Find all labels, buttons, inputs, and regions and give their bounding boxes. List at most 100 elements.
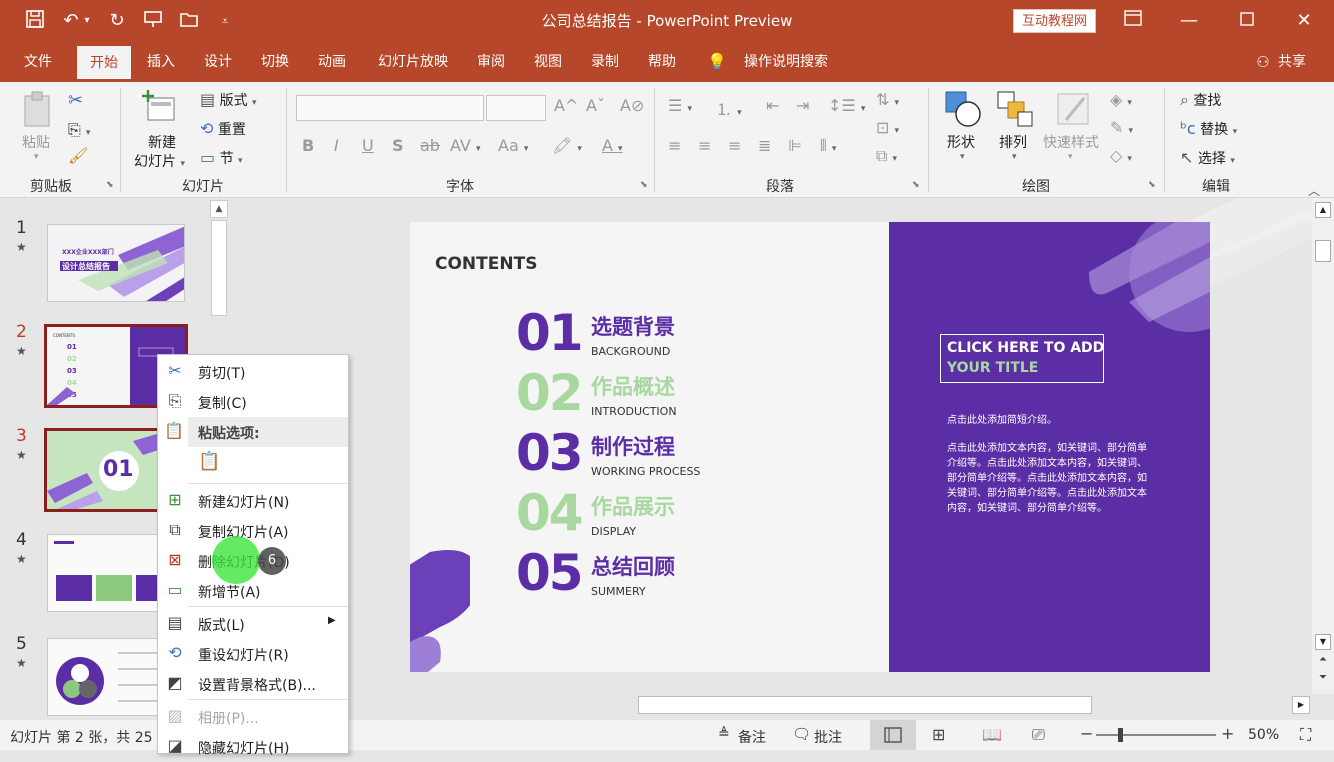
- fit-to-window-icon[interactable]: ⛶: [1300, 725, 1311, 745]
- share-button[interactable]: 共享: [1274, 42, 1310, 82]
- font-size-combo[interactable]: [486, 95, 546, 121]
- strikethrough-icon[interactable]: ab: [420, 136, 440, 155]
- tab-slideshow[interactable]: 幻灯片放映: [368, 42, 458, 82]
- tab-file[interactable]: 文件: [14, 42, 62, 82]
- undo-dropdown-icon[interactable]: ▾: [80, 8, 94, 34]
- replace-button[interactable]: ᵇc 替换 ▾: [1180, 119, 1237, 139]
- menu-item-duplicate-slide[interactable]: ⧉ 复制幻灯片(A): [158, 516, 348, 546]
- save-icon[interactable]: [22, 8, 48, 34]
- smartart-icon[interactable]: ⧉ ▾: [876, 146, 897, 166]
- scroll-up-icon[interactable]: ▲: [210, 200, 228, 218]
- zoom-out-icon[interactable]: −: [1080, 724, 1093, 743]
- clipboard-launcher-icon[interactable]: ⬊: [106, 180, 114, 190]
- menu-item-add-section[interactable]: ▭ 新增节(A): [158, 576, 348, 606]
- change-case-icon[interactable]: Aa ▾: [498, 136, 528, 155]
- new-slide-label-1[interactable]: 新建: [148, 132, 176, 152]
- line-spacing-icon[interactable]: ↕☰ ▾: [828, 96, 865, 115]
- bold-icon[interactable]: B: [302, 136, 314, 155]
- redo-icon[interactable]: ↻: [104, 8, 130, 34]
- slideshow-view-icon[interactable]: ⎚: [1032, 725, 1045, 745]
- editor-vertical-scrollbar[interactable]: ▲ ▼ ⏶ ⏷: [1312, 198, 1334, 694]
- next-slide-icon[interactable]: ⏷: [1315, 672, 1331, 688]
- shape-fill-icon[interactable]: ◈ ▾: [1110, 90, 1132, 109]
- underline-icon[interactable]: U: [362, 136, 374, 155]
- font-launcher-icon[interactable]: ⬊: [640, 180, 648, 190]
- tab-transitions[interactable]: 切换: [252, 42, 298, 82]
- increase-indent-icon[interactable]: ⇥: [796, 96, 809, 115]
- clear-format-icon[interactable]: A⊘: [620, 96, 644, 115]
- find-button[interactable]: ⌕ 查找: [1180, 90, 1221, 110]
- select-button[interactable]: ↖ 选择 ▾: [1180, 148, 1235, 168]
- tell-me-search[interactable]: 操作说明搜索: [738, 42, 834, 82]
- arrange-label[interactable]: 排列: [999, 132, 1027, 152]
- notes-button[interactable]: 备注: [738, 727, 766, 747]
- menu-item-hide-slide[interactable]: ◪ 隐藏幻灯片(H): [158, 732, 348, 762]
- open-folder-icon[interactable]: [176, 8, 202, 34]
- ribbon-display-icon[interactable]: [1118, 6, 1148, 36]
- cut-icon[interactable]: ✂: [68, 90, 83, 111]
- new-slide-label-2[interactable]: 幻灯片 ▾: [134, 151, 185, 171]
- shapes-icon[interactable]: [944, 90, 984, 134]
- align-text-icon[interactable]: ⊡ ▾: [876, 118, 899, 137]
- zoom-in-icon[interactable]: +: [1221, 724, 1234, 743]
- columns-icon[interactable]: ⫴ ▾: [820, 136, 836, 156]
- tab-review[interactable]: 审阅: [468, 42, 514, 82]
- layout-button[interactable]: ▤ 版式 ▾: [200, 90, 257, 110]
- horizontal-scroll-thumb[interactable]: [638, 696, 1092, 714]
- slide-sorter-icon[interactable]: ⊞: [932, 725, 945, 744]
- menu-item-reset-slide[interactable]: ⟲ 重设幻灯片(R): [158, 639, 348, 669]
- scroll-up-icon[interactable]: ▲: [1315, 202, 1331, 218]
- italic-icon[interactable]: I: [334, 136, 339, 155]
- customize-qat-icon[interactable]: ⩡: [212, 8, 238, 34]
- minimize-icon[interactable]: —: [1174, 6, 1204, 36]
- drawing-launcher-icon[interactable]: ⬊: [1148, 180, 1156, 190]
- format-painter-icon[interactable]: 🖌: [68, 146, 88, 165]
- close-icon[interactable]: ✕: [1289, 6, 1319, 36]
- shape-effects-icon[interactable]: ◇ ▾: [1110, 146, 1132, 165]
- zoom-slider-track[interactable]: [1096, 734, 1216, 736]
- text-direction-icon[interactable]: ⇅ ▾: [876, 90, 899, 109]
- menu-item-cut[interactable]: ✂ 剪切(T): [158, 357, 348, 387]
- align-center-icon[interactable]: ≡: [698, 136, 711, 155]
- prev-slide-icon[interactable]: ⏶: [1315, 654, 1331, 670]
- collapse-ribbon-icon[interactable]: ︿: [1308, 182, 1320, 199]
- shape-outline-icon[interactable]: ✎ ▾: [1110, 118, 1133, 137]
- comments-button[interactable]: 批注: [814, 727, 842, 747]
- tab-record[interactable]: 录制: [582, 42, 628, 82]
- section-button[interactable]: ▭ 节 ▾: [200, 148, 243, 168]
- present-icon[interactable]: [140, 8, 166, 34]
- scroll-down-icon[interactable]: ▼: [1315, 634, 1331, 650]
- paste-keep-source-icon[interactable]: 📋: [198, 451, 222, 475]
- shadow-icon[interactable]: S: [392, 136, 404, 155]
- justify-icon[interactable]: ≣: [758, 136, 771, 155]
- zoom-level[interactable]: 50%: [1248, 727, 1279, 743]
- tab-animations[interactable]: 动画: [309, 42, 355, 82]
- reading-view-icon[interactable]: 📖: [982, 725, 1002, 744]
- zoom-slider-thumb[interactable]: [1118, 728, 1123, 742]
- tab-help[interactable]: 帮助: [639, 42, 685, 82]
- share-user-icon[interactable]: ⚇: [1252, 42, 1274, 82]
- arrange-icon[interactable]: [996, 90, 1036, 134]
- tab-home[interactable]: 开始: [77, 46, 131, 82]
- normal-view-button[interactable]: [870, 720, 916, 750]
- editor-scroll-thumb[interactable]: [1315, 240, 1331, 262]
- numbering-icon[interactable]: ⒈ ▾: [716, 96, 742, 120]
- slide-thumbnail-1[interactable]: XXX企业XXX部门 设计总结报告: [47, 224, 185, 302]
- highlight-icon[interactable]: 🖍 ▾: [552, 136, 582, 155]
- align-right-icon[interactable]: ≡: [728, 136, 741, 155]
- shapes-label[interactable]: 形状: [947, 132, 975, 152]
- thumbnail-scroll-thumb[interactable]: [211, 220, 227, 316]
- notes-icon[interactable]: ≜: [718, 726, 730, 742]
- align-left-icon[interactable]: ≡: [668, 136, 681, 155]
- arrange-dropdown-icon[interactable]: ▾: [1012, 152, 1017, 162]
- menu-item-new-slide[interactable]: ⊞ 新建幻灯片(N): [158, 486, 348, 516]
- menu-item-format-background[interactable]: ◩ 设置背景格式(B)...: [158, 669, 348, 699]
- char-spacing-icon[interactable]: AV ▾: [450, 136, 480, 155]
- new-slide-icon[interactable]: [142, 88, 180, 130]
- reset-button[interactable]: ⟲ 重置: [200, 119, 246, 139]
- scroll-right-icon[interactable]: ▶: [1292, 696, 1310, 714]
- font-name-combo[interactable]: [296, 95, 484, 121]
- current-slide[interactable]: CLICK HERE TO ADD YOUR TITLE 点击此处添加简短介绍。…: [410, 222, 1210, 672]
- tab-view[interactable]: 视图: [525, 42, 571, 82]
- shapes-dropdown-icon[interactable]: ▾: [960, 152, 965, 162]
